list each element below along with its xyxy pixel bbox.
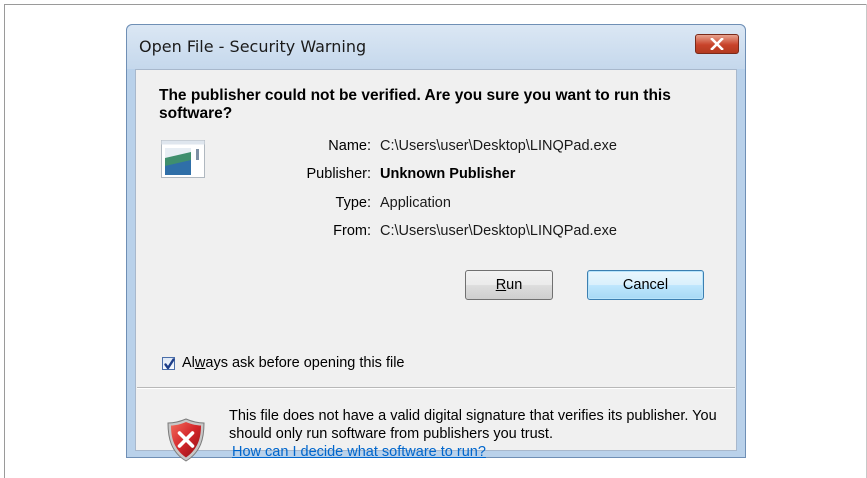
from-label: From: <box>333 223 371 239</box>
always-ask-label-suffix: ays ask before opening this file <box>205 355 405 371</box>
run-button[interactable]: Run <box>465 270 553 300</box>
warning-message: This file does not have a valid digital … <box>229 408 717 442</box>
run-button-label: Run <box>496 277 523 293</box>
type-label: Type: <box>335 195 371 211</box>
always-ask-checkbox[interactable] <box>162 357 175 370</box>
security-warning-dialog: Open File - Security Warning The publish… <box>126 24 746 462</box>
detail-row-publisher: Publisher: Unknown Publisher <box>196 166 696 186</box>
run-label-suffix: un <box>506 277 523 293</box>
name-label: Name: <box>328 138 371 154</box>
page-border-left <box>4 4 5 478</box>
cancel-button-label: Cancel <box>622 277 669 293</box>
checkmark-icon <box>164 358 175 370</box>
page: Open File - Security Warning The publish… <box>0 0 867 478</box>
verification-question: The publisher could not be verified. Are… <box>159 87 671 122</box>
title-bar[interactable]: Open File - Security Warning <box>127 25 745 69</box>
cancel-button[interactable]: Cancel <box>587 270 704 300</box>
detail-row-from: From: C:\Users\user\Desktop\LINQPad.exe <box>196 223 696 243</box>
close-button[interactable] <box>695 34 739 54</box>
detail-row-type: Type: Application <box>196 195 696 215</box>
detail-row-name: Name: C:\Users\user\Desktop\LINQPad.exe <box>196 138 696 158</box>
page-border-top <box>4 4 866 5</box>
always-ask-checkbox-row[interactable]: Always ask before opening this file <box>162 355 562 375</box>
publisher-value: Unknown Publisher <box>380 166 516 182</box>
always-ask-label: Always ask before opening this file <box>182 355 404 371</box>
publisher-label: Publisher: <box>306 166 371 182</box>
always-ask-label-prefix: Al <box>182 355 195 371</box>
help-link[interactable]: How can I decide what software to run? <box>232 444 486 460</box>
name-value: C:\Users\user\Desktop\LINQPad.exe <box>380 138 617 154</box>
window-title: Open File - Security Warning <box>139 37 367 56</box>
run-label-accelerator: R <box>495 277 507 293</box>
divider-highlight <box>137 388 735 389</box>
type-value: Application <box>380 195 451 211</box>
dialog-content: The publisher could not be verified. Are… <box>135 69 737 462</box>
always-ask-label-accelerator: w <box>194 355 206 371</box>
close-icon <box>710 38 724 50</box>
from-value: C:\Users\user\Desktop\LINQPad.exe <box>380 223 617 239</box>
security-shield-error-icon <box>167 418 205 462</box>
